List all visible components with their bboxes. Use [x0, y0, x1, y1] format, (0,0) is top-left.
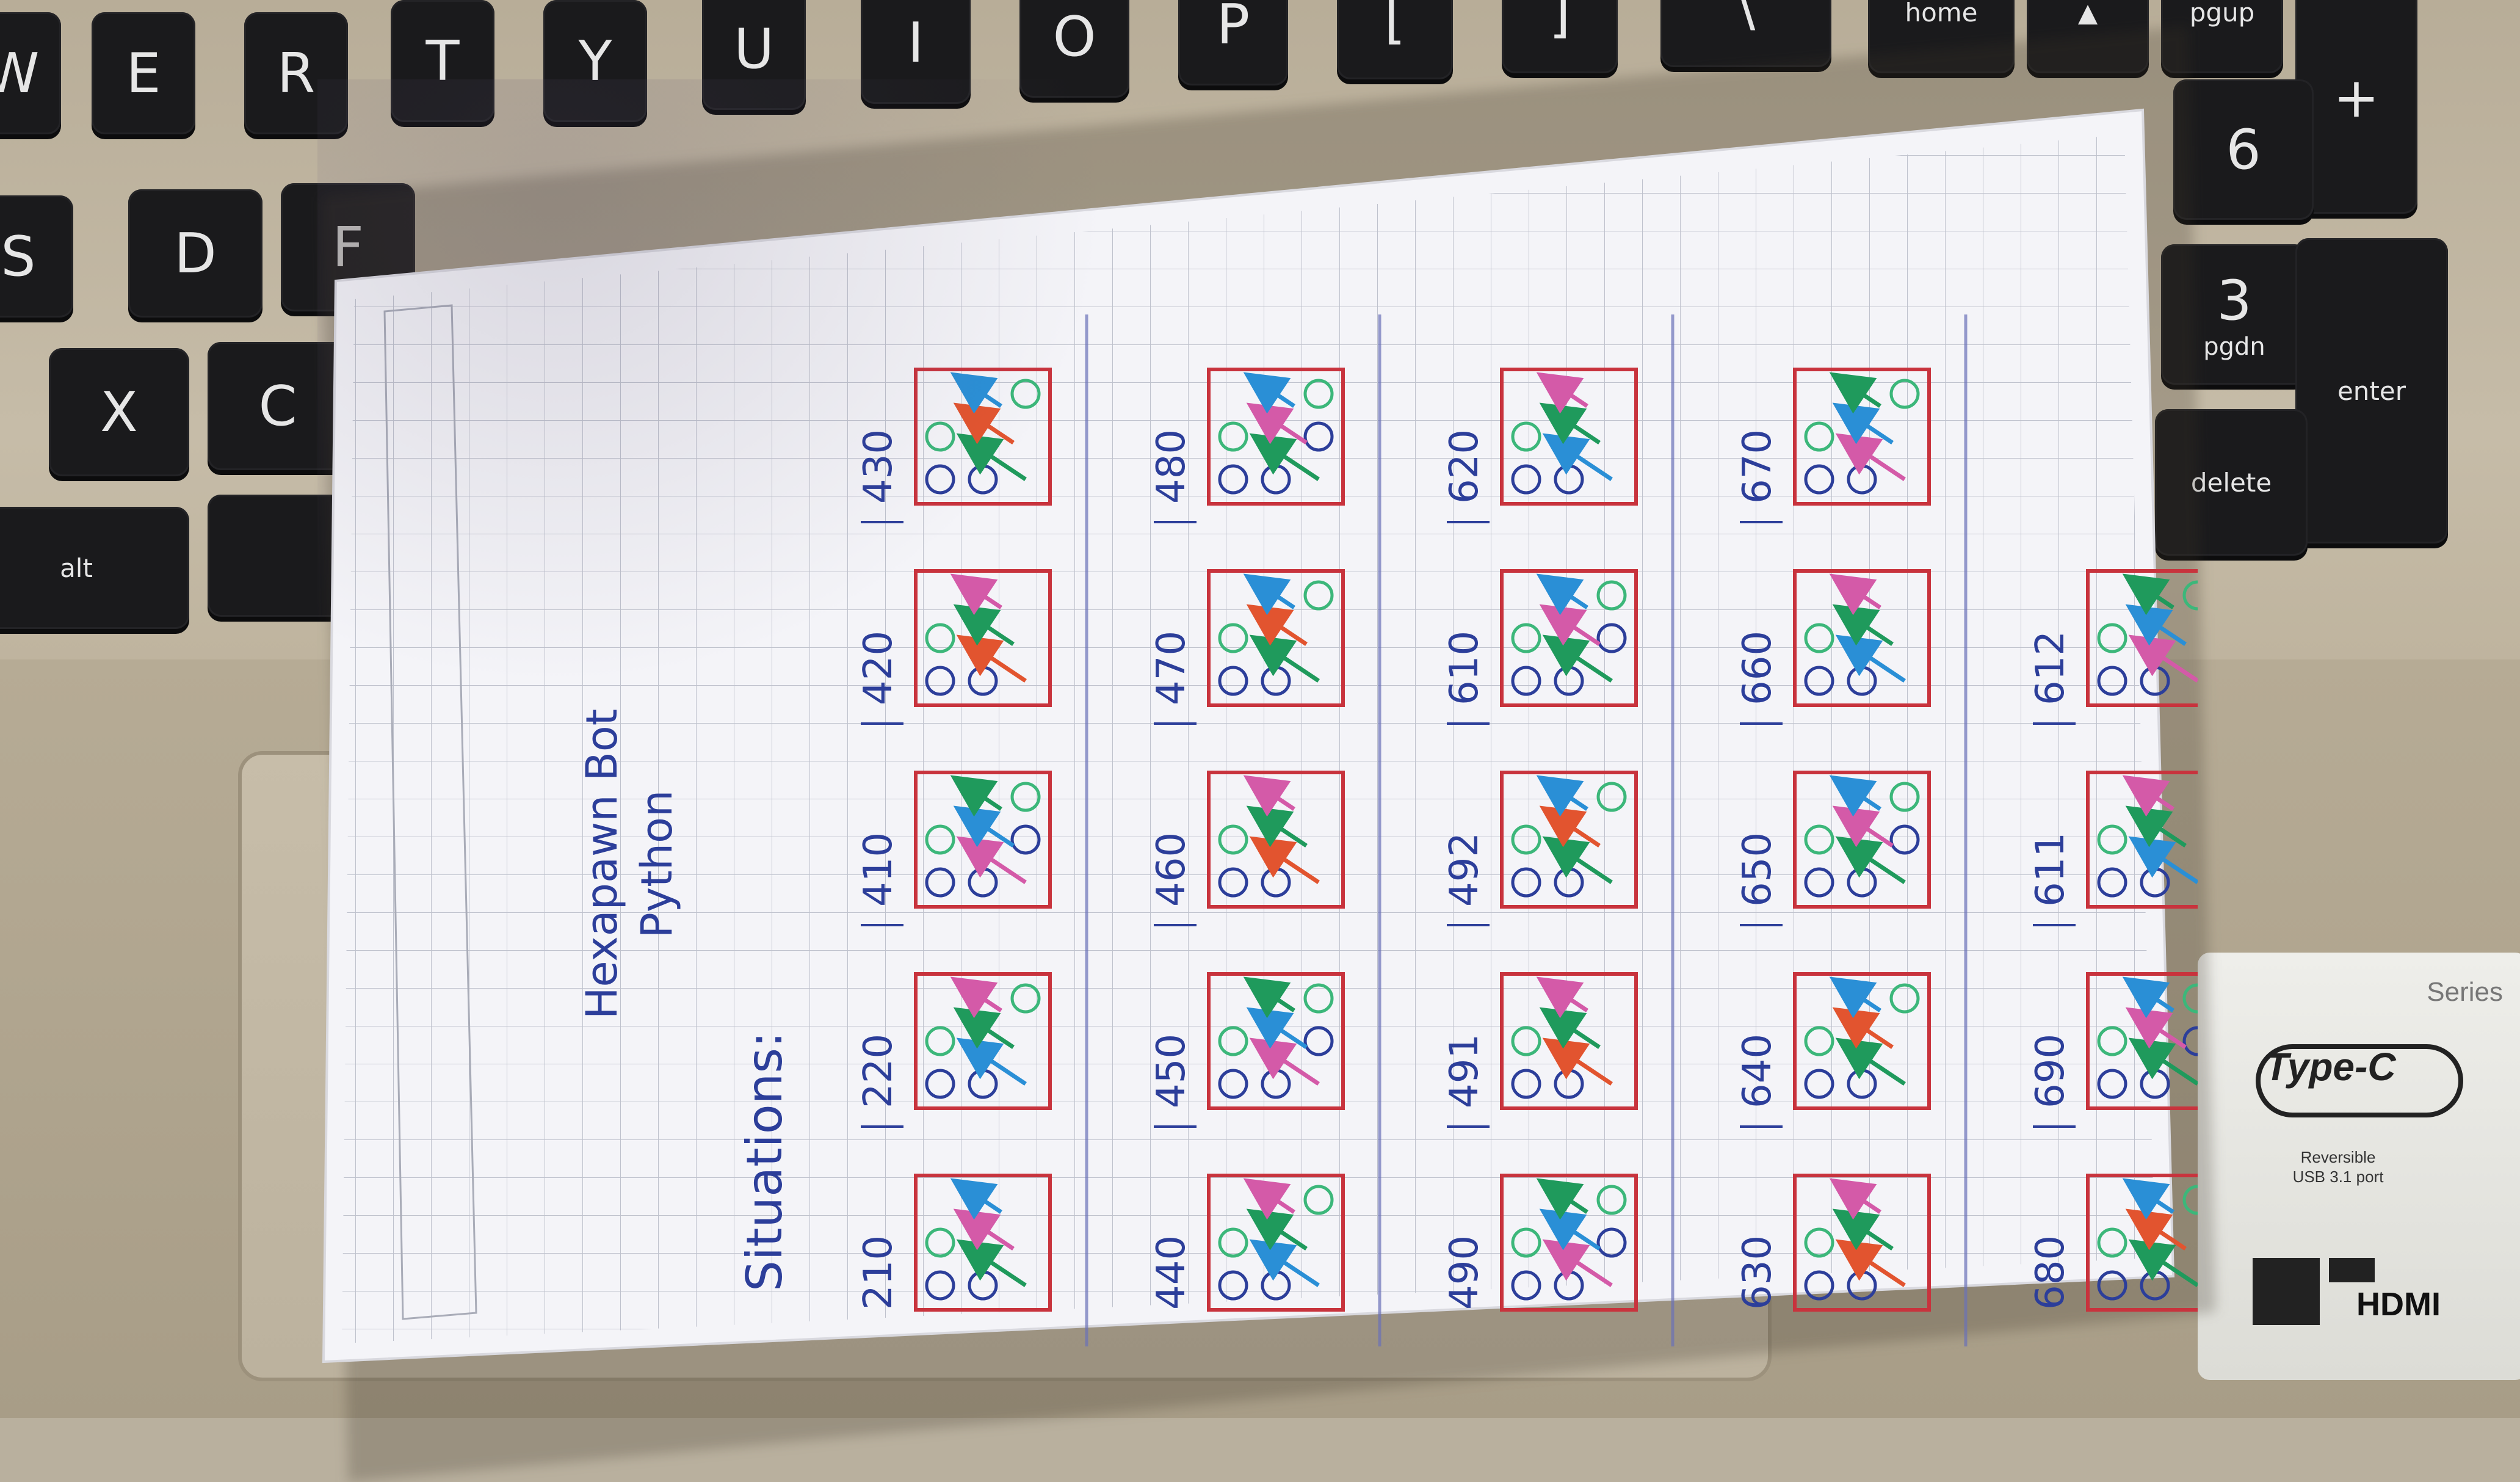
situation-label: 460 — [1149, 832, 1194, 907]
key-label: S — [1, 224, 36, 289]
paper-sheet: Hexapawn Bot Python Situations: 210 220 410 42… — [317, 79, 2198, 1404]
key-label: alt — [60, 553, 93, 583]
key-plus: + — [2295, 0, 2417, 214]
situation-label: 630 — [1735, 1235, 1780, 1310]
energy-logo-icon — [2253, 1258, 2320, 1325]
key-p: P — [1178, 0, 1288, 85]
situation-label: 410 — [856, 832, 901, 907]
paper-drawing: Hexapawn Bot Python Situations: 210 220 410 42… — [322, 108, 2198, 1364]
key-label: + — [2333, 65, 2380, 130]
key-label: U — [734, 16, 774, 81]
situation-label: 680 — [2028, 1235, 2073, 1310]
situation-label: 440 — [1149, 1235, 1194, 1310]
situation-label: 690 — [2028, 1034, 2073, 1108]
key-label: ] — [1549, 0, 1571, 45]
situation-label: 430 — [856, 429, 901, 504]
pawn-circle — [2182, 1026, 2198, 1056]
situation-label: 420 — [856, 631, 901, 705]
key-enter: enter — [2295, 238, 2448, 543]
key-sublabel: pgdn — [2203, 332, 2265, 361]
paper-heading: Situations: — [736, 1031, 793, 1291]
up-arrow-icon: ▲ — [2077, 0, 2098, 27]
spec-sticker: Series Type-C Reversible USB 3.1 port HD… — [2198, 953, 2520, 1380]
situation-label: 491 — [1442, 1034, 1487, 1108]
key-w: W — [0, 12, 61, 134]
key-label: pgup — [2189, 0, 2255, 27]
sticker-usb: USB 3.1 port — [2292, 1168, 2384, 1186]
situation-label: 660 — [1735, 631, 1780, 705]
situation-label: 480 — [1149, 429, 1194, 504]
paper-title: Hexapawn Bot — [577, 709, 627, 1019]
situation-label: 640 — [1735, 1034, 1780, 1108]
key-label: D — [174, 221, 217, 286]
key-label: I — [907, 10, 924, 75]
sticker-type-c: Type-C — [2265, 1045, 2396, 1089]
key-label: P — [1216, 0, 1250, 57]
situation-label: 210 — [856, 1235, 901, 1310]
key-left-bracket: [ — [1337, 0, 1453, 79]
situation-label: 620 — [1442, 429, 1487, 504]
key-alt: alt — [0, 507, 189, 629]
situation-label: 650 — [1735, 832, 1780, 907]
key-label: delete — [2190, 467, 2272, 498]
situation-label: 490 — [1442, 1235, 1487, 1310]
key-backslash: \ — [1660, 0, 1831, 67]
key-s: S — [0, 195, 73, 318]
situation-label: 470 — [1149, 631, 1194, 705]
key-label: \ — [1736, 0, 1756, 38]
key-right-bracket: ] — [1502, 0, 1618, 73]
key-x: X — [49, 348, 189, 476]
key-label: E — [126, 41, 161, 106]
sticker-series: Series — [2427, 977, 2503, 1007]
key-e: E — [92, 12, 195, 134]
key-label: X — [100, 380, 138, 445]
key-label: enter — [2337, 376, 2406, 406]
situation-label: 610 — [1442, 631, 1487, 705]
photo-scene: W E R T Y U I O P [ ] \ home ▲ pgup + S … — [0, 0, 2520, 1482]
situation-label: 220 — [856, 1034, 901, 1108]
key-label: [ — [1384, 0, 1406, 51]
sticker-hdmi: HDMI — [2356, 1286, 2441, 1323]
key-label: C — [258, 374, 297, 438]
key-label: 6 — [2226, 117, 2261, 182]
situation-label: 492 — [1442, 832, 1487, 907]
situation-label: 670 — [1735, 429, 1780, 504]
usb-logo-icon — [2329, 1258, 2375, 1282]
situation-label: 612 — [2028, 631, 2073, 705]
paper-subtitle: Python — [632, 790, 682, 939]
key-d: D — [128, 189, 262, 318]
pawn-circle — [2182, 1185, 2198, 1215]
pawn-circle — [2182, 580, 2198, 611]
key-label: home — [1905, 0, 1978, 27]
sticker-reversible: Reversible — [2300, 1148, 2376, 1166]
key-label: W — [0, 41, 40, 106]
key-label: 3 — [2217, 268, 2252, 333]
pawn-circle — [2182, 983, 2198, 1014]
key-label: O — [1052, 4, 1096, 69]
situation-label: 611 — [2028, 832, 2073, 907]
key-label: R — [277, 41, 316, 106]
situation-label: 450 — [1149, 1034, 1194, 1108]
